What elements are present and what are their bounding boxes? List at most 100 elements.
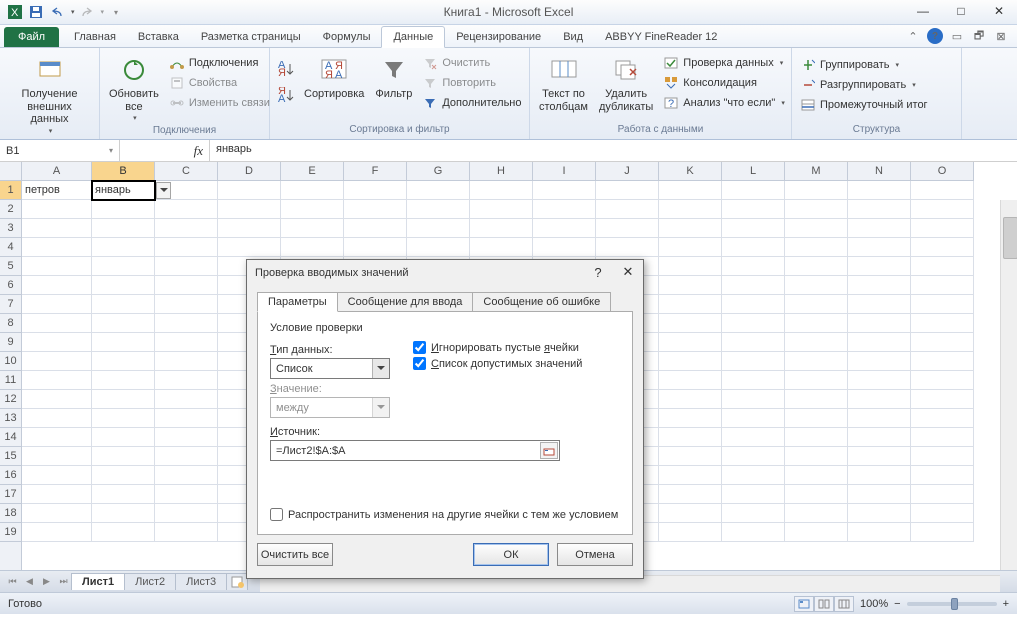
cell[interactable] bbox=[22, 523, 92, 542]
cell[interactable] bbox=[722, 428, 785, 447]
cell[interactable] bbox=[533, 181, 596, 200]
select-all-corner[interactable] bbox=[0, 162, 22, 181]
cell[interactable] bbox=[22, 428, 92, 447]
cell[interactable] bbox=[848, 466, 911, 485]
cell[interactable] bbox=[848, 390, 911, 409]
cell[interactable] bbox=[92, 447, 155, 466]
cell[interactable] bbox=[911, 333, 974, 352]
cell[interactable] bbox=[218, 200, 281, 219]
zoom-value[interactable]: 100% bbox=[860, 598, 888, 610]
column-header[interactable]: K bbox=[659, 162, 722, 180]
cell[interactable] bbox=[218, 238, 281, 257]
qat-customize-icon[interactable]: ▾ bbox=[107, 3, 125, 21]
window-arrange-icon[interactable]: ▭ bbox=[949, 28, 965, 44]
normal-view-icon[interactable] bbox=[794, 596, 814, 612]
column-header[interactable]: G bbox=[407, 162, 470, 180]
text2cols-button[interactable]: Текст по столбцам bbox=[534, 52, 593, 115]
column-header[interactable]: A bbox=[22, 162, 92, 180]
cell[interactable] bbox=[785, 371, 848, 390]
cell[interactable] bbox=[533, 200, 596, 219]
cell[interactable] bbox=[155, 200, 218, 219]
cell[interactable] bbox=[596, 200, 659, 219]
cell[interactable] bbox=[155, 352, 218, 371]
column-header[interactable]: L bbox=[722, 162, 785, 180]
cell[interactable] bbox=[533, 238, 596, 257]
cell[interactable] bbox=[722, 447, 785, 466]
cell[interactable] bbox=[92, 428, 155, 447]
row-header[interactable]: 5 bbox=[0, 257, 21, 276]
cell[interactable] bbox=[785, 390, 848, 409]
cell[interactable] bbox=[785, 200, 848, 219]
cell[interactable] bbox=[785, 428, 848, 447]
row-header[interactable]: 14 bbox=[0, 428, 21, 447]
cell[interactable] bbox=[848, 371, 911, 390]
cell[interactable] bbox=[155, 447, 218, 466]
cell[interactable] bbox=[785, 276, 848, 295]
column-header[interactable]: F bbox=[344, 162, 407, 180]
cell[interactable] bbox=[848, 257, 911, 276]
prev-sheet-icon[interactable]: ◀ bbox=[21, 573, 38, 590]
cell[interactable] bbox=[155, 428, 218, 447]
column-header[interactable]: M bbox=[785, 162, 848, 180]
cell[interactable]: петров bbox=[22, 181, 92, 200]
cell[interactable] bbox=[911, 504, 974, 523]
cell[interactable] bbox=[785, 257, 848, 276]
undo-icon[interactable] bbox=[48, 3, 66, 21]
remove-dup-button[interactable]: Удалить дубликаты bbox=[594, 52, 658, 115]
subtotal-button[interactable]: Промежуточный итог bbox=[796, 96, 932, 114]
window-restore-icon[interactable]: 🗗 bbox=[971, 28, 987, 44]
cell[interactable] bbox=[848, 485, 911, 504]
dialog-tab-error[interactable]: Сообщение об ошибке bbox=[472, 292, 611, 312]
cell[interactable] bbox=[22, 485, 92, 504]
cell[interactable] bbox=[722, 257, 785, 276]
cell[interactable] bbox=[533, 219, 596, 238]
cell[interactable] bbox=[722, 238, 785, 257]
refresh-all-button[interactable]: Обновить все▾ bbox=[104, 52, 164, 125]
propagate-checkbox[interactable]: Распространить изменения на другие ячейк… bbox=[270, 508, 618, 521]
column-header[interactable]: J bbox=[596, 162, 659, 180]
cell[interactable] bbox=[722, 523, 785, 542]
whatif-button[interactable]: ?Анализ "что если"▾ bbox=[659, 94, 789, 112]
cell[interactable] bbox=[92, 200, 155, 219]
cell[interactable] bbox=[722, 390, 785, 409]
cell[interactable] bbox=[911, 523, 974, 542]
cell[interactable] bbox=[911, 409, 974, 428]
row-header[interactable]: 2 bbox=[0, 200, 21, 219]
cell[interactable] bbox=[848, 295, 911, 314]
column-header[interactable]: N bbox=[848, 162, 911, 180]
close-button[interactable]: ✕ bbox=[985, 2, 1013, 20]
cell[interactable] bbox=[848, 238, 911, 257]
cell[interactable] bbox=[722, 333, 785, 352]
sheet-tab-2[interactable]: Лист2 bbox=[124, 573, 176, 590]
formula-input[interactable]: январь bbox=[210, 140, 1017, 161]
cell[interactable] bbox=[785, 352, 848, 371]
cell[interactable] bbox=[848, 276, 911, 295]
cell[interactable] bbox=[470, 181, 533, 200]
cell[interactable] bbox=[470, 238, 533, 257]
sort-az-button[interactable]: АЯ bbox=[274, 60, 298, 78]
cell[interactable] bbox=[785, 181, 848, 200]
cell[interactable] bbox=[911, 200, 974, 219]
zoom-slider[interactable] bbox=[907, 602, 997, 606]
ignore-blank-checkbox[interactable]: Игнорировать пустые ячейки bbox=[413, 341, 582, 354]
cell[interactable] bbox=[659, 504, 722, 523]
cell[interactable] bbox=[22, 447, 92, 466]
cell[interactable] bbox=[911, 257, 974, 276]
sheet-tab-1[interactable]: Лист1 bbox=[71, 573, 125, 590]
cell[interactable] bbox=[911, 295, 974, 314]
cell[interactable] bbox=[659, 257, 722, 276]
help-icon[interactable]: ? bbox=[927, 28, 943, 44]
cell[interactable] bbox=[848, 314, 911, 333]
cell[interactable] bbox=[92, 523, 155, 542]
cell[interactable] bbox=[848, 200, 911, 219]
cell[interactable] bbox=[155, 257, 218, 276]
cell[interactable] bbox=[22, 333, 92, 352]
vertical-scrollbar[interactable] bbox=[1000, 200, 1017, 589]
new-sheet-button[interactable] bbox=[226, 573, 248, 590]
source-input[interactable]: =Лист2!$A:$A bbox=[270, 440, 560, 461]
cell[interactable] bbox=[92, 219, 155, 238]
cell[interactable] bbox=[22, 371, 92, 390]
cell[interactable] bbox=[785, 238, 848, 257]
cell[interactable] bbox=[407, 181, 470, 200]
row-header[interactable]: 12 bbox=[0, 390, 21, 409]
